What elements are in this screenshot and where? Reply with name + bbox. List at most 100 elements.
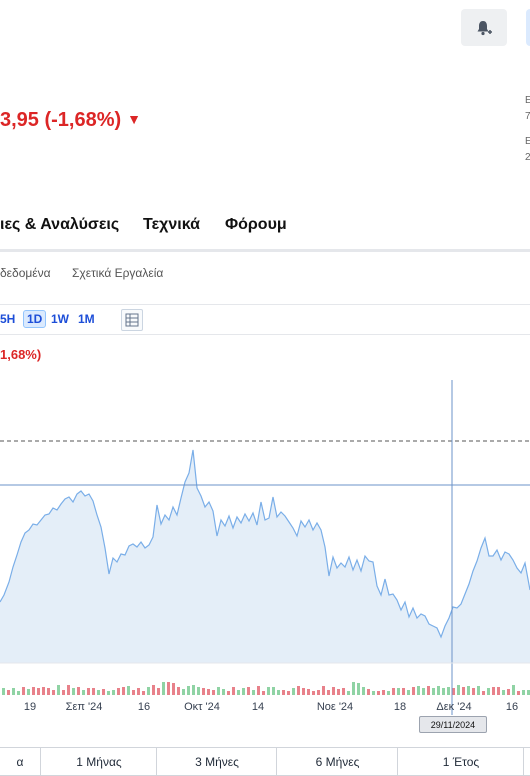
interval-1w[interactable]: 1W — [48, 310, 72, 328]
volume-bar — [92, 688, 95, 695]
tab-forum[interactable]: Φόρουμ — [225, 216, 287, 234]
volume-bar — [137, 688, 140, 695]
volume-bar — [392, 688, 395, 695]
volume-bar — [432, 688, 435, 695]
side-value-fragment: 7 — [525, 111, 530, 122]
volume-bar — [467, 686, 470, 695]
volume-bar — [272, 687, 275, 695]
add-alert-button[interactable] — [461, 9, 507, 46]
volume-bar — [372, 691, 375, 695]
volume-bar — [462, 687, 465, 695]
volume-bar — [142, 691, 145, 695]
volume-bar — [442, 688, 445, 695]
period-6m[interactable]: 6 Μήνες — [276, 748, 398, 775]
volume-bar — [172, 683, 175, 695]
chart-change-label: 1,68%) — [0, 347, 42, 362]
volume-bar — [352, 682, 355, 695]
volume-bar — [382, 690, 385, 695]
toolbar-divider — [0, 304, 530, 305]
volume-bar — [307, 689, 310, 695]
toolbar-divider — [0, 334, 530, 335]
volume-bar — [407, 690, 410, 695]
volume-bar — [367, 689, 370, 695]
period-1y[interactable]: 1 Έτος — [397, 748, 524, 775]
price-change-value: 3,95 (-1,68%) — [0, 109, 122, 131]
volume-bar — [72, 688, 75, 695]
volume-bar — [262, 691, 265, 695]
x-tick-label: 14 — [252, 701, 264, 713]
price-chart[interactable]: 19 Σεπ '24 16 Οκτ '24 14 Νοε '24 18 Δεκ '24 16 — [0, 370, 530, 715]
volume-bar — [252, 690, 255, 695]
volume-bar — [222, 689, 225, 695]
volume-bar — [522, 690, 525, 695]
volume-bar — [37, 688, 40, 695]
volume-bar — [477, 686, 480, 695]
tab-technical[interactable]: Τεχνικά — [143, 216, 200, 234]
volume-bar — [497, 687, 500, 695]
volume-bar — [192, 685, 195, 695]
volume-bar — [317, 690, 320, 695]
volume-bar — [147, 687, 150, 695]
x-tick-label: Νοε '24 — [317, 701, 353, 713]
volume-bar — [502, 690, 505, 695]
x-tick-label: 18 — [394, 701, 406, 713]
volume-bar — [57, 685, 60, 695]
volume-bar — [47, 688, 50, 695]
volume-bar — [487, 688, 490, 695]
volume-bar — [237, 690, 240, 695]
volume-bar — [327, 690, 330, 695]
volume-bar — [337, 689, 340, 695]
price-area — [0, 450, 530, 663]
interval-5h[interactable]: 5H — [0, 310, 18, 328]
volume-bar — [162, 682, 165, 695]
table-icon[interactable] — [121, 309, 143, 331]
subnav-related-tools[interactable]: Σχετικά Εργαλεία — [72, 266, 163, 280]
volume-bar — [517, 691, 520, 695]
volume-bar — [472, 688, 475, 695]
volume-bar — [212, 690, 215, 695]
edge-button[interactable] — [526, 9, 530, 46]
volume-bar — [347, 691, 350, 695]
volume-bar — [242, 688, 245, 695]
x-tick-label: 16 — [138, 701, 150, 713]
x-tick-label: 19 — [24, 701, 36, 713]
volume-bar — [82, 690, 85, 695]
volume-bar — [292, 688, 295, 695]
price-change: 3,95 (-1,68%) ▼ — [0, 109, 141, 132]
volume-bar — [227, 691, 230, 695]
period-next[interactable] — [523, 748, 530, 775]
x-tick-label: 16 — [506, 701, 518, 713]
volume-bar — [187, 686, 190, 695]
period-3m[interactable]: 3 Μήνες — [156, 748, 277, 775]
volume-bar — [322, 686, 325, 695]
volume-bar — [267, 687, 270, 695]
volume-bar — [447, 687, 450, 695]
volume-bar — [387, 691, 390, 695]
volume-bar — [167, 682, 170, 695]
volume-bar — [12, 688, 15, 695]
x-tick-label: Οκτ '24 — [184, 701, 220, 713]
x-axis-ticks: 19 Σεπ '24 16 Οκτ '24 14 Νοε '24 18 Δεκ '24 16 — [24, 701, 518, 713]
volume-bar — [22, 687, 25, 695]
volume-bar — [157, 688, 160, 695]
volume-bar — [257, 686, 260, 695]
volume-bar — [112, 690, 115, 695]
volume-bar — [107, 691, 110, 695]
volume-bar — [2, 688, 5, 695]
volume-bar — [362, 687, 365, 695]
period-1m[interactable]: 1 Μήνας — [40, 748, 157, 775]
volume-bar — [492, 687, 495, 695]
volume-bar — [152, 685, 155, 695]
volume-bar — [122, 687, 125, 695]
volume-bar — [312, 691, 315, 695]
volume-bar — [217, 687, 220, 695]
tab-news-analysis[interactable]: ιες & Αναλύσεις — [0, 216, 119, 234]
interval-1d[interactable]: 1D — [23, 310, 47, 328]
volume-bar — [297, 686, 300, 695]
volume-bar — [247, 687, 250, 695]
period-1w[interactable]: α — [0, 748, 40, 775]
volume-bar — [377, 691, 380, 695]
subnav-data[interactable]: δεδομένα — [0, 266, 51, 280]
volume-bar — [17, 691, 20, 695]
interval-1m[interactable]: 1M — [75, 310, 98, 328]
